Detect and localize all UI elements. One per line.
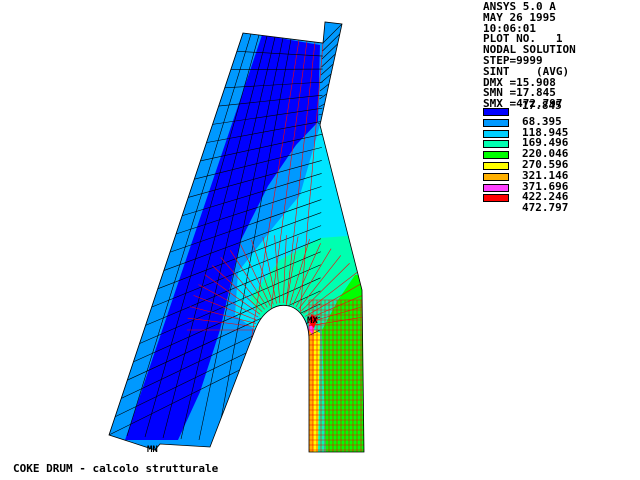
mx-marker: MX <box>307 316 318 326</box>
legend-swatch <box>483 108 509 116</box>
plot-info-header: ANSYS 5.0 A MAY 26 1995 10:06:01 PLOT NO… <box>483 1 576 110</box>
legend-swatch <box>483 161 509 170</box>
legend-swatch <box>483 118 509 127</box>
legend-value: 472.797 <box>522 201 569 215</box>
mn-marker: MN <box>147 445 158 455</box>
legend-swatch <box>483 194 509 203</box>
plot-caption: COKE DRUM - calcolo strutturale <box>13 462 219 475</box>
legend-swatch <box>483 151 509 160</box>
legend-swatch <box>483 129 509 138</box>
legend-swatch <box>483 140 509 149</box>
legend-swatch <box>483 183 509 192</box>
legend-swatch <box>483 172 509 181</box>
legend-value: 17.845 <box>522 99 562 112</box>
